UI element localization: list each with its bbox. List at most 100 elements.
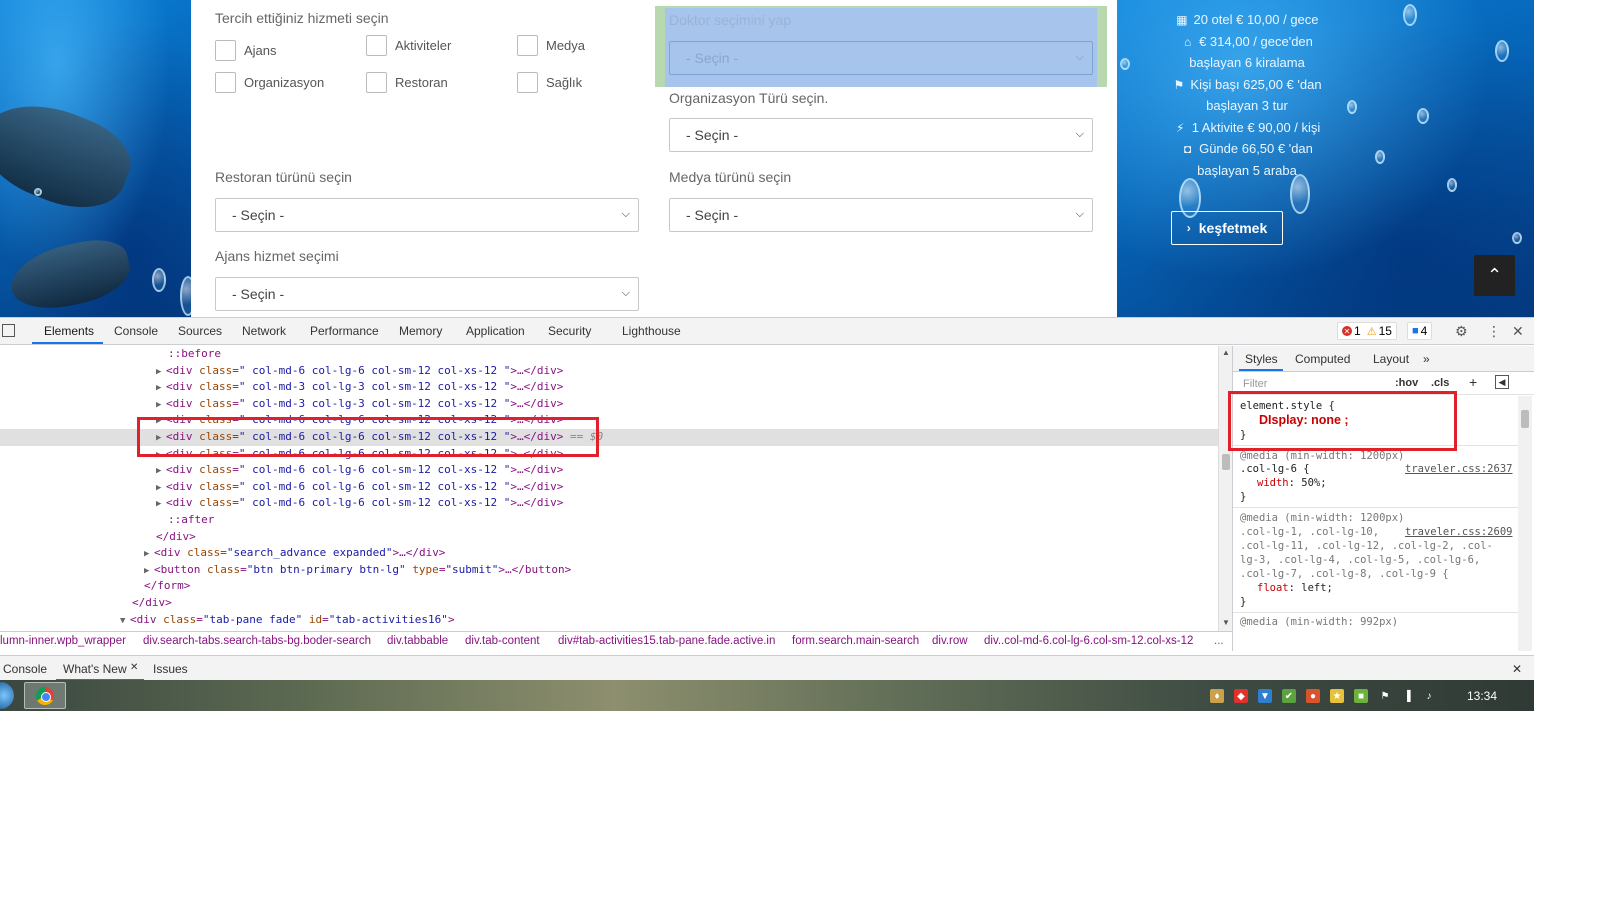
dom-node[interactable]: ▶ <div class=" col-md-6 col-lg-6 col-sm-1… [0, 495, 1218, 512]
checkbox-organizasyon[interactable]: Organizasyon [215, 72, 324, 93]
issues-counter[interactable]: ✕ 1 ⚠ 15 [1337, 322, 1397, 340]
dom-node[interactable]: ▶ <div class="search_advance expanded">…<… [0, 545, 1218, 562]
restaurant-type-select[interactable]: - Seçin - ⌵ [215, 198, 639, 232]
media-type-label: Medya türünü seçin [669, 169, 792, 185]
cls-toggle[interactable]: .cls [1431, 377, 1449, 389]
tab-layout[interactable]: Layout [1373, 352, 1409, 366]
dom-node[interactable]: ▶ <div class=" col-md-6 col-lg-6 col-sm-1… [0, 462, 1218, 479]
more-options-icon[interactable]: ⋮ [1487, 323, 1501, 340]
chrome-taskbar-button[interactable] [24, 682, 66, 709]
checkbox-box[interactable] [366, 35, 387, 56]
checkbox-restoran[interactable]: Restoran [366, 72, 448, 93]
scrollbar-thumb[interactable] [1222, 454, 1230, 470]
source-link[interactable]: traveler.css:2637 [1405, 463, 1512, 477]
filter-input[interactable]: Filter [1243, 378, 1267, 390]
tab-console[interactable]: Console [114, 324, 158, 338]
add-rule-icon[interactable]: + [1469, 374, 1477, 390]
tray-gpu-icon[interactable]: ■ [1354, 689, 1368, 703]
drawer-tab-whats-new[interactable]: What's New [63, 662, 127, 676]
device-toolbar-icon[interactable] [2, 324, 15, 337]
back-to-top-button[interactable]: ⌃ [1474, 255, 1515, 296]
checkbox-saglik[interactable]: Sağlık [517, 72, 582, 93]
doctor-label: Doktor seçimini yap [669, 12, 792, 28]
tab-performance[interactable]: Performance [310, 324, 379, 338]
checkbox-box[interactable] [215, 72, 236, 93]
breadcrumb-item[interactable]: form.search.main-search [792, 635, 919, 647]
tab-computed[interactable]: Computed [1295, 352, 1350, 366]
dom-node[interactable]: ▶ <div class=" col-md-3 col-lg-3 col-sm-1… [0, 396, 1218, 413]
dom-node-close[interactable]: </div> [0, 595, 1218, 612]
checkbox-box[interactable] [215, 40, 236, 61]
checkbox-medya[interactable]: Medya [517, 35, 585, 56]
checkbox-box[interactable] [517, 35, 538, 56]
close-drawer-icon[interactable]: ✕ [1512, 662, 1522, 676]
close-icon[interactable]: ✕ [130, 662, 138, 673]
close-icon[interactable]: ✕ [1512, 323, 1524, 340]
dom-node-close[interactable]: </div> [0, 529, 1218, 546]
toggle-sidebar-icon[interactable]: ◀ [1495, 375, 1509, 389]
start-button[interactable] [0, 682, 14, 709]
tray-network-app-icon[interactable]: ● [1306, 689, 1320, 703]
breadcrumb-item-current[interactable]: div..col-md-6.col-lg-6.col-sm-12.col-xs-… [984, 635, 1193, 647]
tab-elements[interactable]: Elements [44, 324, 94, 338]
scroll-up-icon[interactable]: ▲ [1222, 348, 1230, 357]
dom-node-after[interactable]: ::after [0, 512, 1218, 529]
network-signal-icon[interactable]: ▐ [1400, 689, 1414, 703]
checkbox-box[interactable] [517, 72, 538, 93]
dom-node[interactable]: ▶ <div class=" col-md-3 col-lg-3 col-sm-1… [0, 379, 1218, 396]
dom-node-before[interactable]: ::before [0, 346, 1218, 363]
breadcrumb-item[interactable]: div#tab-activities15.tab-pane.fade.activ… [558, 635, 775, 647]
dom-node[interactable]: ▶ <div class=" col-md-6 col-lg-6 col-sm-1… [0, 479, 1218, 496]
tab-security[interactable]: Security [548, 324, 591, 338]
agency-service-select[interactable]: - Seçin - ⌵ [215, 277, 639, 311]
css-declaration[interactable]: float: left; [1257, 582, 1333, 596]
hov-toggle[interactable]: :hov [1395, 377, 1418, 389]
styles-scrollbar[interactable] [1518, 396, 1532, 651]
breadcrumb-item[interactable]: lumn-inner.wpb_wrapper [0, 635, 126, 647]
scrollbar-thumb[interactable] [1521, 410, 1529, 428]
checkbox-box[interactable] [366, 72, 387, 93]
css-declaration[interactable]: width: 50%; [1257, 477, 1327, 491]
volume-icon[interactable]: ♪ [1422, 689, 1436, 703]
messages-counter[interactable]: ■ 4 [1407, 322, 1433, 340]
dom-node[interactable]: ▶ <div class=" col-md-6 col-lg-6 col-sm-1… [0, 363, 1218, 380]
tray-app-icon-2[interactable]: ★ [1330, 689, 1344, 703]
tab-lighthouse[interactable]: Lighthouse [622, 324, 681, 338]
flag-icon: ⚑ [1173, 77, 1185, 92]
tray-antivirus-icon[interactable]: ◆ [1234, 689, 1248, 703]
doctor-select[interactable]: - Seçin - ⌵ [669, 41, 1093, 75]
tab-application[interactable]: Application [466, 324, 525, 338]
tab-memory[interactable]: Memory [399, 324, 442, 338]
explore-button[interactable]: › keşfetmek [1171, 211, 1283, 245]
chrome-icon [36, 686, 54, 705]
breadcrumb-overflow[interactable]: ... [1214, 635, 1224, 647]
tray-update-icon[interactable]: ✔ [1282, 689, 1296, 703]
breadcrumb-item[interactable]: div.tabbable [387, 635, 448, 647]
dom-scrollbar[interactable]: ▲ ▼ [1218, 346, 1232, 631]
tray-app-icon[interactable]: ♦ [1210, 689, 1224, 703]
more-tabs-icon[interactable]: » [1423, 352, 1430, 366]
breadcrumb-item[interactable]: div.row [932, 635, 968, 647]
org-type-select[interactable]: - Seçin - ⌵ [669, 118, 1093, 152]
checkbox-aktiviteler[interactable]: Aktiviteler [366, 35, 451, 56]
drawer-tab-issues[interactable]: Issues [153, 662, 188, 676]
media-type-select[interactable]: - Seçin - ⌵ [669, 198, 1093, 232]
action-center-flag-icon[interactable]: ⚑ [1378, 689, 1392, 703]
breadcrumb-item[interactable]: div.tab-content [465, 635, 540, 647]
breadcrumb-item[interactable]: div.search-tabs.search-tabs-bg.boder-sea… [143, 635, 371, 647]
scroll-down-icon[interactable]: ▼ [1222, 618, 1230, 627]
source-link[interactable]: traveler.css:2609 [1405, 526, 1512, 540]
expand-triangle-icon: ▶ [156, 366, 162, 377]
tab-sources[interactable]: Sources [178, 324, 222, 338]
dom-node[interactable]: ▶ <button class="btn btn-primary btn-lg" … [0, 562, 1218, 579]
home-icon: ⌂ [1183, 34, 1192, 49]
tray-shield-icon[interactable]: ▼ [1258, 689, 1272, 703]
drawer-tab-console[interactable]: Console [3, 662, 47, 676]
tab-styles[interactable]: Styles [1245, 352, 1278, 366]
system-clock[interactable]: 13:34 [1467, 689, 1497, 703]
gear-icon[interactable]: ⚙ [1455, 323, 1468, 340]
checkbox-ajans[interactable]: Ajans [215, 40, 277, 61]
tab-network[interactable]: Network [242, 324, 286, 338]
dom-node[interactable]: ▼ <div class="tab-pane fade" id="tab-acti… [0, 612, 1218, 629]
dom-node-close[interactable]: </form> [0, 578, 1218, 595]
